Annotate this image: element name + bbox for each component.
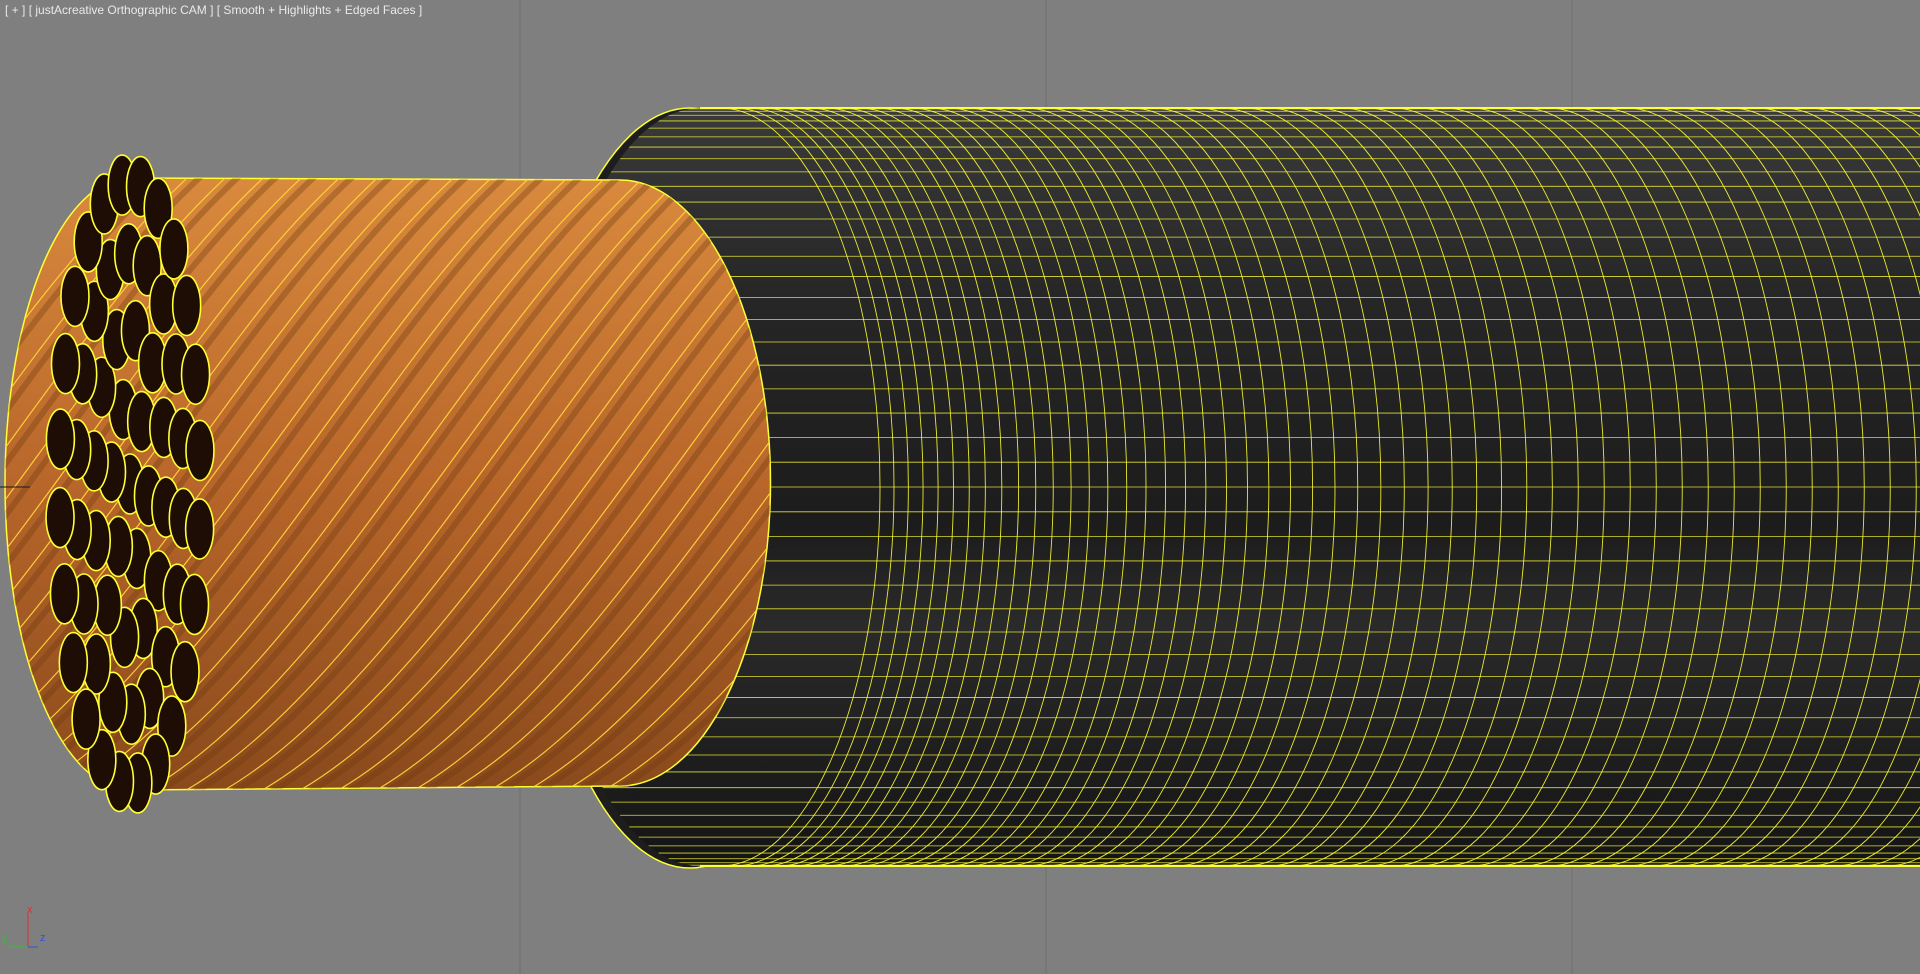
viewport-label: [ + ] [ justAcreative Orthographic CAM ]… bbox=[5, 3, 422, 17]
viewport-shading-menu[interactable]: [ Smooth + Highlights + Edged Faces ] bbox=[217, 3, 422, 17]
cable-model[interactable] bbox=[0, 0, 1920, 974]
perspective-viewport[interactable]: [ + ] [ justAcreative Orthographic CAM ]… bbox=[0, 0, 1920, 974]
axis-x-label: x bbox=[27, 904, 33, 916]
axis-y-label: y bbox=[2, 932, 8, 944]
axis-z-label: z bbox=[40, 932, 46, 944]
viewport-camera-menu[interactable]: [ justAcreative Orthographic CAM ] bbox=[29, 3, 214, 17]
viewport-menu-plus[interactable]: [ + ] bbox=[5, 3, 25, 17]
axis-tripod-icon: x y z bbox=[0, 900, 60, 960]
